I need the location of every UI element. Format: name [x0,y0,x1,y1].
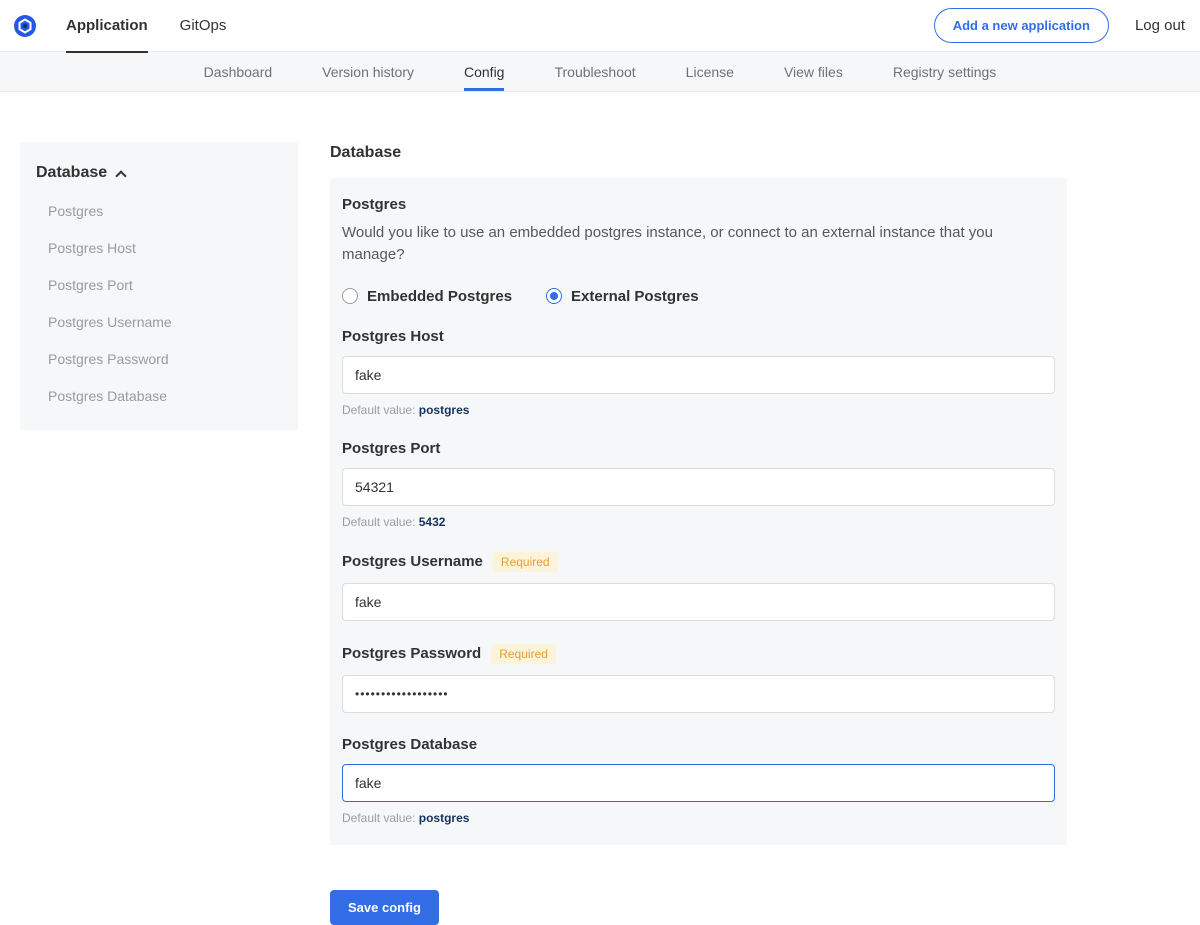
default-value-prefix: Default value: [342,811,415,825]
sidebar-item-postgres-username[interactable]: Postgres Username [20,314,298,330]
add-new-application-button[interactable]: Add a new application [934,8,1109,43]
default-value-text: 5432 [419,515,446,529]
config-main: Database Postgres Would you like to use … [330,142,1067,925]
postgres-database-input[interactable] [342,764,1055,802]
field-label: Postgres Password [342,645,481,662]
field-postgres-password: Postgres Password Required [342,644,1055,713]
radio-external-label: External Postgres [571,288,699,305]
field-label: Postgres Port [342,440,440,457]
sidebar-item-postgres-password[interactable]: Postgres Password [20,351,298,367]
page-body: Database Postgres Postgres Host Postgres… [0,92,1200,925]
logout-link[interactable]: Log out [1135,17,1185,34]
default-value-helper: Default value: 5432 [342,515,1055,529]
radio-unchecked-icon [342,288,358,304]
postgres-username-input[interactable] [342,583,1055,621]
field-label: Postgres Host [342,328,444,345]
default-value-helper: Default value: postgres [342,811,1055,825]
radio-embedded-label: Embedded Postgres [367,288,512,305]
field-postgres-port: Postgres Port Default value: 5432 [342,440,1055,529]
subnav-tab-view-files[interactable]: View files [784,52,843,91]
config-card: Postgres Would you like to use an embedd… [330,178,1067,845]
postgres-port-input[interactable] [342,468,1055,506]
postgres-host-input[interactable] [342,356,1055,394]
subnav-tab-license[interactable]: License [686,52,734,91]
sidebar-group-database[interactable]: Database [20,164,298,182]
sidebar-item-postgres[interactable]: Postgres [20,203,298,219]
required-badge: Required [493,552,558,572]
field-label: Postgres Username [342,553,483,570]
header-tab-gitops[interactable]: GitOps [180,0,227,52]
sidebar-group-label: Database [36,164,107,182]
field-label: Postgres Database [342,736,477,753]
required-badge: Required [491,644,556,664]
default-value-prefix: Default value: [342,515,415,529]
default-value-text: postgres [419,403,470,417]
subnav: Dashboard Version history Config Trouble… [0,52,1200,92]
radio-checked-icon [546,288,562,304]
subnav-tab-config[interactable]: Config [464,52,504,91]
config-sidebar: Database Postgres Postgres Host Postgres… [20,142,298,430]
sidebar-item-postgres-host[interactable]: Postgres Host [20,240,298,256]
subnav-tab-dashboard[interactable]: Dashboard [204,52,273,91]
sidebar-item-postgres-port[interactable]: Postgres Port [20,277,298,293]
chevron-up-icon [115,170,126,181]
default-value-helper: Default value: postgres [342,403,1055,417]
subnav-tab-version-history[interactable]: Version history [322,52,414,91]
subnav-tab-troubleshoot[interactable]: Troubleshoot [554,52,635,91]
save-config-button[interactable]: Save config [330,890,439,925]
top-header: Application GitOps Add a new application… [0,0,1200,52]
field-postgres-database: Postgres Database Default value: postgre… [342,736,1055,825]
section-title: Database [330,144,1067,162]
app-logo-icon [14,15,36,37]
radio-external-postgres[interactable]: External Postgres [546,288,699,305]
sidebar-item-postgres-database[interactable]: Postgres Database [20,388,298,404]
postgres-mode-radio-group: Embedded Postgres External Postgres [342,288,1055,305]
subnav-tab-registry-settings[interactable]: Registry settings [893,52,996,91]
postgres-password-input[interactable] [342,675,1055,713]
field-postgres-host: Postgres Host Default value: postgres [342,328,1055,417]
field-postgres-username: Postgres Username Required [342,552,1055,621]
postgres-group-label: Postgres [342,196,1055,213]
radio-embedded-postgres[interactable]: Embedded Postgres [342,288,512,305]
default-value-text: postgres [419,811,470,825]
postgres-help-text: Would you like to use an embedded postgr… [342,222,1055,266]
header-tab-application[interactable]: Application [66,0,148,52]
default-value-prefix: Default value: [342,403,415,417]
